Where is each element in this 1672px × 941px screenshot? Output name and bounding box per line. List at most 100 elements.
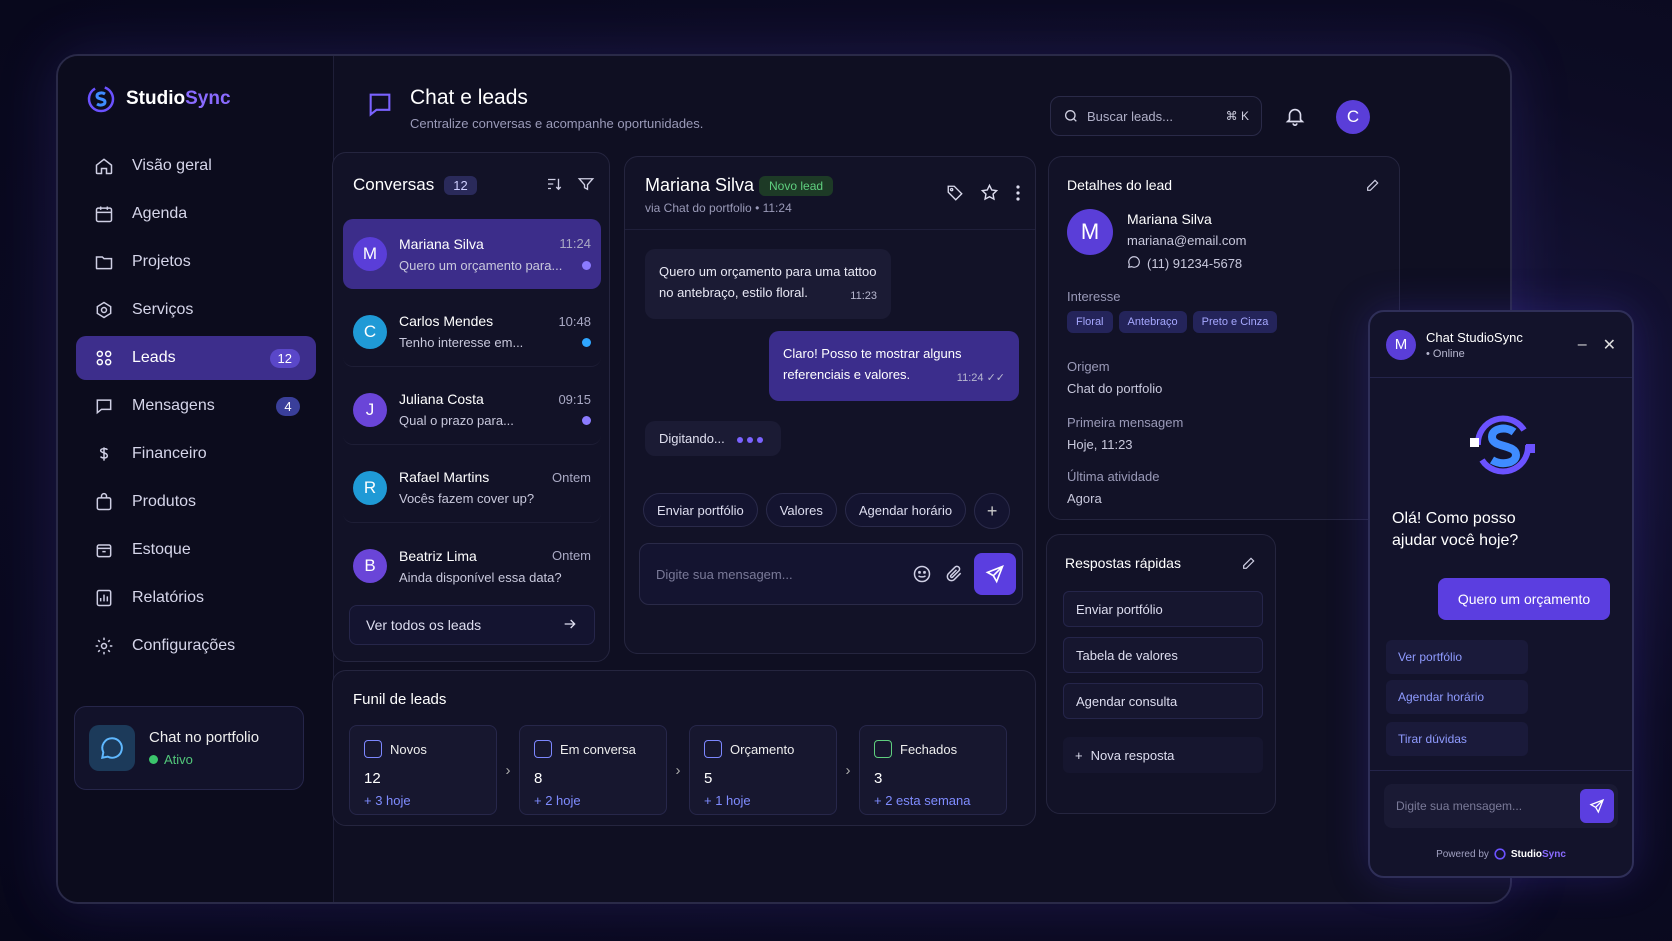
sidebar-item-estoque[interactable]: Estoque: [76, 528, 316, 572]
quick-action-send-portfolio[interactable]: Enviar portfólio: [643, 493, 758, 527]
message-text: Quero um orçamento para uma tattoo no an…: [659, 264, 877, 300]
quick-reply-item[interactable]: Tabela de valores: [1063, 637, 1263, 673]
conversations-panel: Conversas 12 M Mariana Silva 11:24 Quero …: [332, 152, 610, 662]
edit-icon[interactable]: [1241, 555, 1257, 576]
conversation-item[interactable]: R Rafael Martins Ontem Vocês fazem cover …: [343, 453, 601, 523]
quote-request-button[interactable]: Quero um orçamento: [1438, 578, 1610, 620]
widget-option-schedule[interactable]: Agendar horário: [1386, 680, 1528, 714]
tag-chip[interactable]: Preto e Cinza: [1192, 311, 1278, 333]
studiosync-small-logo-icon: [1494, 848, 1506, 860]
quick-reply-item[interactable]: Enviar portfólio: [1063, 591, 1263, 627]
tag-chip[interactable]: Floral: [1067, 311, 1113, 333]
lead-email[interactable]: mariana@email.com: [1127, 233, 1246, 248]
unread-dot: [582, 260, 591, 270]
tag-icon[interactable]: [946, 184, 964, 207]
stage-count: 3: [874, 770, 883, 787]
emoji-icon[interactable]: [912, 564, 932, 584]
conversation-preview: Quero um orçamento para...: [399, 257, 563, 273]
minimize-icon[interactable]: –: [1578, 336, 1587, 354]
conversation-name: Carlos Mendes: [399, 313, 494, 329]
app-window: StudioSync Visão geral Agenda Projetos S…: [56, 54, 1512, 904]
calendar-icon: [92, 202, 116, 226]
sidebar-item-configuracoes[interactable]: Configurações: [76, 624, 316, 668]
sidebar-item-visao-geral[interactable]: Visão geral: [76, 144, 316, 188]
widget-message-input[interactable]: [1396, 799, 1580, 813]
leads-funnel-panel: Funil de leads Novos 12 + 3 hoje › Em co…: [332, 670, 1036, 826]
widget-status: • Online: [1426, 347, 1465, 360]
conversation-time: 11:24: [559, 236, 591, 251]
bag-icon: [92, 490, 116, 514]
unread-dot: [582, 416, 591, 425]
page-title: Chat e leads: [410, 86, 528, 109]
send-button[interactable]: [974, 553, 1016, 595]
portfolio-chat-card[interactable]: Chat no portfolio Ativo: [74, 706, 304, 790]
message-composer: [639, 543, 1023, 605]
lead-details-panel: Detalhes do lead M Mariana Silva mariana…: [1048, 156, 1400, 520]
message-input[interactable]: [656, 566, 900, 582]
sort-icon[interactable]: [545, 175, 563, 198]
last-activity-value: Agora: [1067, 491, 1102, 506]
conversation-item[interactable]: M Mariana Silva 11:24 Quero um orçamento …: [343, 219, 601, 289]
widget-header: M Chat StudioSync • Online – ✕: [1370, 312, 1632, 378]
see-all-leads-button[interactable]: Ver todos os leads: [349, 605, 595, 645]
star-icon[interactable]: [980, 183, 999, 207]
add-quick-action-button[interactable]: +: [974, 493, 1011, 529]
send-icon: [985, 565, 1004, 584]
funnel-stage-em-conversa[interactable]: Em conversa 8 + 2 hoje: [519, 725, 667, 815]
home-icon: [92, 154, 116, 178]
funnel-stage-novos[interactable]: Novos 12 + 3 hoje: [349, 725, 497, 815]
funnel-stage-fechados[interactable]: Fechados 3 + 2 esta semana: [859, 725, 1007, 815]
sidebar-item-leads[interactable]: Leads 12: [76, 336, 316, 380]
more-vertical-icon[interactable]: [1015, 184, 1021, 207]
new-reply-button[interactable]: + Nova resposta: [1063, 737, 1263, 773]
status-dot: [149, 755, 158, 764]
sidebar-item-relatorios[interactable]: Relatórios: [76, 576, 316, 620]
sidebar: StudioSync Visão geral Agenda Projetos S…: [58, 56, 334, 902]
attachment-icon[interactable]: [944, 564, 964, 584]
quick-reply-item[interactable]: Agendar consulta: [1063, 683, 1263, 719]
quick-replies-panel: Respostas rápidas Enviar portfólio Tabel…: [1046, 534, 1276, 814]
brand-logo[interactable]: StudioSync: [86, 84, 231, 114]
page-header: Chat e leads Centralize conversas e acom…: [334, 56, 1510, 146]
search-box: ⌘ K: [1050, 96, 1262, 136]
chat-bubble-icon: [89, 725, 135, 771]
conversation-item[interactable]: J Juliana Costa 09:15 Qual o prazo para..…: [343, 375, 601, 445]
funnel-stage-orcamento[interactable]: Orçamento 5 + 1 hoje: [689, 725, 837, 815]
conversation-item[interactable]: C Carlos Mendes 10:48 Tenho interesse em.…: [343, 297, 601, 367]
sidebar-item-agenda[interactable]: Agenda: [76, 192, 316, 236]
sidebar-item-mensagens[interactable]: Mensagens 4: [76, 384, 316, 428]
quick-action-values[interactable]: Valores: [765, 493, 837, 527]
conversation-item[interactable]: B Beatriz Lima Ontem Ainda disponível ess…: [343, 531, 601, 601]
sidebar-item-financeiro[interactable]: Financeiro: [76, 432, 316, 476]
user-avatar[interactable]: C: [1336, 100, 1370, 134]
filter-icon[interactable]: [577, 175, 595, 198]
search-icon: [1065, 110, 1077, 122]
sidebar-item-label: Estoque: [132, 541, 191, 558]
message-text: Claro! Posso te mostrar alguns referenci…: [783, 346, 962, 382]
conversation-preview: Tenho interesse em...: [399, 335, 524, 350]
leads-icon: [92, 346, 116, 370]
widget-option-questions[interactable]: Tirar dúvidas: [1386, 722, 1528, 756]
conversations-title: Conversas: [353, 175, 435, 194]
plus-icon: +: [1075, 747, 1083, 763]
widget-option-portfolio[interactable]: Ver portfólio: [1386, 640, 1528, 674]
edit-icon[interactable]: [1365, 177, 1381, 198]
folder-icon: [92, 250, 116, 274]
widget-send-button[interactable]: [1580, 789, 1614, 823]
report-icon: [92, 586, 116, 610]
quick-action-schedule[interactable]: Agendar horário: [844, 493, 967, 527]
close-icon[interactable]: ✕: [1603, 335, 1616, 355]
conversation-name: Juliana Costa: [399, 391, 484, 407]
sidebar-item-servicos[interactable]: Serviços: [76, 288, 316, 332]
search-input[interactable]: [1087, 108, 1218, 124]
sidebar-item-produtos[interactable]: Produtos: [76, 480, 316, 524]
sidebar-item-projetos[interactable]: Projetos: [76, 240, 316, 284]
powered-by-label: Powered by: [1436, 848, 1489, 860]
conversation-avatar: J: [353, 392, 387, 427]
box-icon: [92, 538, 116, 562]
outgoing-message: Claro! Posso te mostrar alguns referenci…: [769, 331, 1019, 401]
lead-phone[interactable]: (11) 91234-5678: [1147, 256, 1242, 271]
sidebar-item-label: Projetos: [132, 253, 191, 270]
bell-icon[interactable]: [1284, 105, 1306, 132]
tag-chip[interactable]: Antebraço: [1118, 311, 1187, 333]
